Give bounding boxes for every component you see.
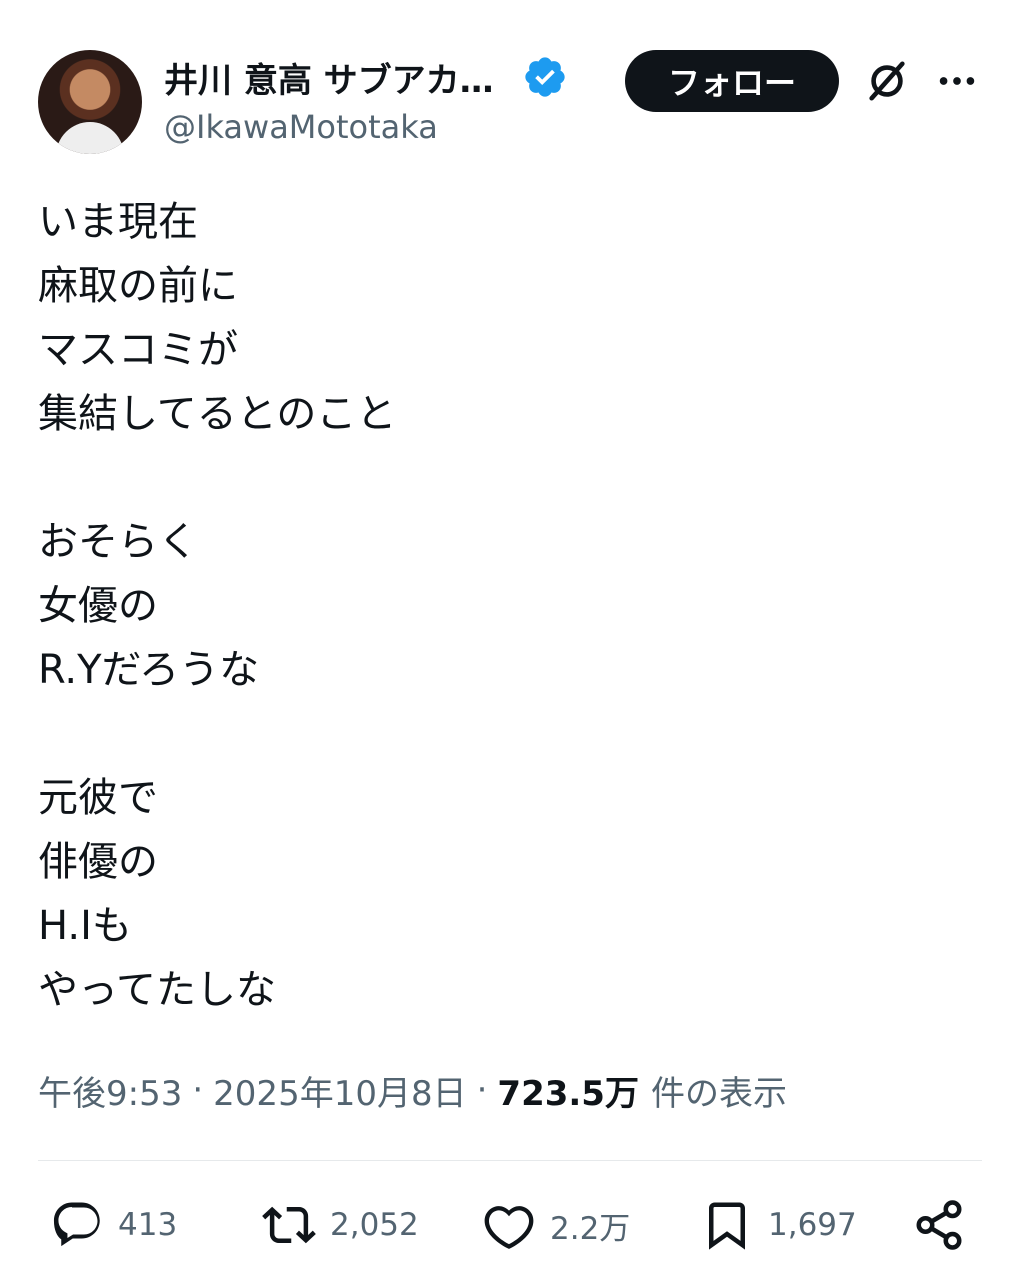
tweet-time[interactable]: 午後9:53 [38, 1066, 182, 1115]
action-bar: 413 2,052 2.2万 1,697 [38, 1190, 982, 1260]
meta-separator: · [192, 1070, 204, 1110]
tweet-line: 元彼で [38, 775, 158, 821]
meta-separator: · [476, 1070, 488, 1110]
tweet-line: やってたしな [38, 967, 276, 1013]
tweet-line: R.Yだろうな [38, 647, 260, 693]
name-row: 井川 意高 サブアカ… [164, 52, 568, 102]
share-icon [916, 1200, 962, 1250]
divider [38, 1160, 982, 1161]
heart-icon [484, 1206, 534, 1249]
tweet-line: H.Iも [38, 903, 132, 949]
retweet-button[interactable]: 2,052 [262, 1190, 419, 1260]
follow-button[interactable]: フォロー [625, 50, 839, 112]
like-count: 2.2万 [550, 1210, 631, 1247]
tweet-line: 女優の [38, 583, 158, 629]
tweet-line: 集結してるとのこと [38, 391, 397, 437]
tweet-line: マスコミが [38, 327, 238, 373]
tweet-line: 麻取の前に [38, 263, 238, 309]
verified-badge-icon [525, 57, 565, 97]
bookmark-count: 1,697 [768, 1207, 857, 1243]
user-handle[interactable]: @IkawaMototaka [164, 108, 438, 146]
tweet-date[interactable]: 2025年10月8日 [213, 1066, 466, 1115]
view-count: 723.5万 [497, 1073, 639, 1114]
avatar[interactable] [38, 50, 142, 154]
tweet-line: おそらく [38, 519, 198, 565]
tweet-header: 井川 意高 サブアカ… @IkawaMototaka フォロー [38, 48, 988, 158]
bookmark-icon [709, 1202, 745, 1250]
tweet-line: いま現在 [38, 199, 198, 245]
more-options-icon[interactable] [934, 58, 980, 104]
retweet-icon [262, 1206, 316, 1244]
share-button[interactable] [912, 1190, 966, 1260]
bookmark-button[interactable]: 1,697 [700, 1190, 857, 1260]
tweet-meta: 午後9:53 · 2025年10月8日 · 723.5万 件の表示 [38, 1062, 787, 1118]
reply-count: 413 [118, 1207, 178, 1243]
grok-icon[interactable] [864, 58, 910, 104]
like-button[interactable]: 2.2万 [482, 1190, 630, 1260]
reply-icon [53, 1202, 100, 1247]
display-name[interactable]: 井川 意高 サブアカ… [164, 53, 494, 102]
tweet-text: いま現在麻取の前にマスコミが集結してるとのこと おそらく女優の R.Yだろうな 元彼で… [38, 190, 978, 1022]
reply-button[interactable]: 413 [50, 1190, 177, 1260]
tweet-line: 俳優の [38, 839, 158, 885]
retweet-count: 2,052 [330, 1207, 419, 1243]
view-label: 件の表示 [650, 1073, 787, 1114]
